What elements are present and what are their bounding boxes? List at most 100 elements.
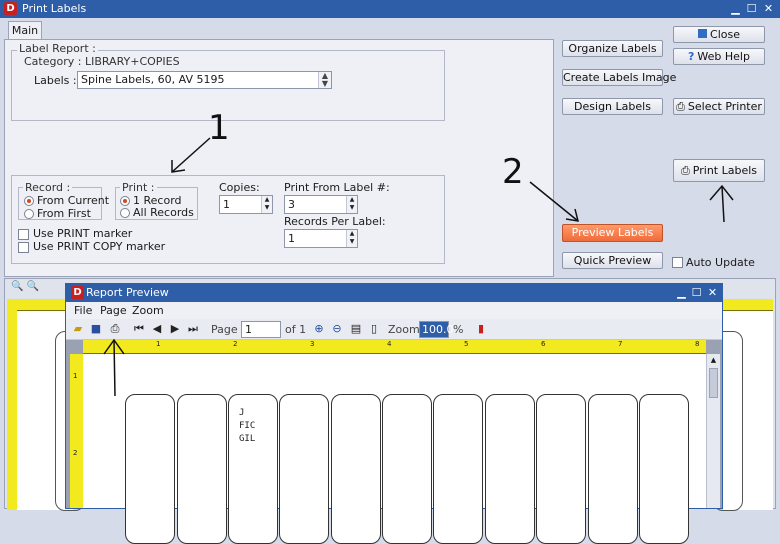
- page-width-icon[interactable]: ▤: [349, 322, 363, 336]
- label-line: FIC: [239, 421, 256, 431]
- maximize-icon[interactable]: ☐: [689, 285, 704, 300]
- annotation-arrowhead-2: [565, 208, 580, 222]
- spine-label-filled: J FIC GIL: [228, 394, 278, 544]
- label-report-legend: Label Report :: [17, 42, 98, 55]
- exit-preview-icon[interactable]: ▮: [474, 322, 488, 336]
- vertical-ruler: 1 2: [70, 354, 83, 508]
- auto-update-label[interactable]: Auto Update: [686, 256, 755, 269]
- spine-label: [125, 394, 175, 544]
- label-line: GIL: [239, 434, 256, 444]
- save-icon[interactable]: ■: [89, 322, 103, 336]
- auto-update-checkbox[interactable]: [672, 257, 683, 268]
- web-help-button[interactable]: ? Web Help: [673, 48, 765, 65]
- first-page-icon[interactable]: ⏮: [132, 322, 146, 336]
- copies-value: 1: [223, 198, 230, 211]
- record-legend: Record :: [23, 181, 73, 194]
- print-copy-marker-label[interactable]: Use PRINT COPY marker: [33, 240, 165, 253]
- from-current-label[interactable]: From Current: [37, 194, 109, 207]
- close-window-icon[interactable]: ✕: [761, 1, 776, 16]
- from-current-radio[interactable]: [24, 196, 34, 206]
- zoom-label: Zoom: [388, 323, 420, 336]
- close-button-label: Close: [710, 28, 740, 41]
- select-printer-button[interactable]: ⎙ Select Printer: [673, 98, 765, 115]
- select-printer-label: Select Printer: [687, 100, 762, 113]
- organize-labels-button[interactable]: Organize Labels: [562, 40, 663, 57]
- label-line: J: [239, 408, 245, 418]
- print-labels-button[interactable]: ⎙ Print Labels: [673, 159, 765, 182]
- copies-input[interactable]: 1 ▲ ▼: [219, 195, 273, 214]
- printer-icon: ⎙: [676, 100, 685, 113]
- print-marker-checkbox[interactable]: [18, 229, 29, 240]
- zoom-out-icon[interactable]: 🔍: [27, 281, 39, 292]
- all-records-radio[interactable]: [120, 208, 130, 218]
- spinner-icon[interactable]: ▲ ▼: [261, 196, 272, 213]
- report-preview-window: D Report Preview ▁ ☐ ✕ File Page Zoom ▰ …: [65, 283, 723, 544]
- zoom-out-icon[interactable]: ⊖: [330, 322, 344, 336]
- zoom-input[interactable]: 100.0: [419, 321, 454, 338]
- report-preview-title: Report Preview: [86, 286, 169, 299]
- close-window-icon[interactable]: ✕: [705, 285, 720, 300]
- page-number-input[interactable]: 1: [241, 321, 281, 338]
- spinner-icon[interactable]: ▲ ▼: [346, 230, 357, 247]
- preview-labels-button[interactable]: Preview Labels: [562, 224, 663, 242]
- report-preview-titlebar: D Report Preview ▁ ☐ ✕: [66, 284, 722, 302]
- maximize-icon[interactable]: ☐: [744, 1, 759, 16]
- from-first-label[interactable]: From First: [37, 207, 91, 220]
- ruler-number: 2: [73, 449, 78, 457]
- window-title: Print Labels: [22, 2, 87, 15]
- records-per-label-input[interactable]: 1 ▲ ▼: [284, 229, 358, 248]
- spine-label: [331, 394, 381, 544]
- ruler-number: 3: [310, 340, 315, 348]
- previous-page-icon[interactable]: ◀: [150, 322, 164, 336]
- page-count-label: of 1: [285, 323, 307, 336]
- close-button[interactable]: Close: [673, 26, 765, 43]
- from-first-radio[interactable]: [24, 209, 34, 219]
- horizontal-ruler: 1 2 3 4 5 6 7 8: [83, 340, 706, 354]
- menu-file[interactable]: File: [74, 304, 92, 317]
- printer-icon[interactable]: ⎙: [108, 322, 122, 336]
- last-page-icon[interactable]: ⏭: [186, 322, 200, 336]
- annotation-number-2: 2: [502, 152, 524, 192]
- open-folder-icon[interactable]: ▰: [71, 322, 85, 336]
- all-records-label[interactable]: All Records: [133, 206, 194, 219]
- one-record-radio[interactable]: [120, 196, 130, 206]
- minimize-icon[interactable]: ▁: [674, 285, 689, 300]
- labels-select[interactable]: Spine Labels, 60, AV 5195 ▲ ▼: [77, 71, 332, 89]
- print-marker-label[interactable]: Use PRINT marker: [33, 227, 132, 240]
- records-per-label-label: Records Per Label:: [284, 215, 386, 228]
- tab-main[interactable]: Main: [8, 21, 42, 40]
- preview-canvas: 1 2 1 2 3 4 5 6 7 8 J FIC GIL ▲: [66, 340, 722, 544]
- report-preview-toolbar: ▰ ■ ⎙ ⏮ ◀ ▶ ⏭ Page 1 of 1 ⊕ ⊖ ▤ ▯ Zoom 1…: [66, 319, 722, 340]
- scroll-up-icon[interactable]: ▲: [709, 356, 718, 365]
- print-from-label: Print From Label #:: [284, 181, 390, 194]
- records-per-label-value: 1: [288, 232, 295, 245]
- app-logo-icon: D: [4, 2, 17, 15]
- preview-page: J FIC GIL: [83, 354, 706, 544]
- chevron-updown-icon[interactable]: ▲ ▼: [318, 72, 331, 88]
- page-label: Page: [211, 323, 238, 336]
- quick-preview-button[interactable]: Quick Preview: [562, 252, 663, 269]
- scrollbar-thumb[interactable]: [709, 368, 718, 398]
- menu-zoom[interactable]: Zoom: [132, 304, 164, 317]
- category-text: Category : LIBRARY+COPIES: [24, 55, 180, 68]
- tab-strip: [0, 18, 780, 40]
- spinner-icon[interactable]: ▲ ▼: [346, 196, 357, 213]
- print-legend: Print :: [120, 181, 157, 194]
- menu-page[interactable]: Page: [100, 304, 127, 317]
- print-labels-label: Print Labels: [692, 164, 758, 177]
- next-page-icon[interactable]: ▶: [168, 322, 182, 336]
- zoom-in-icon[interactable]: ⊕: [312, 322, 326, 336]
- spine-label: [485, 394, 535, 544]
- zoom-in-icon[interactable]: 🔍: [11, 281, 23, 292]
- vertical-scrollbar[interactable]: ▲: [706, 354, 720, 508]
- design-labels-button[interactable]: Design Labels: [562, 98, 663, 115]
- spine-label: [177, 394, 227, 544]
- embedded-preview-toolbar: 🔍 🔍: [11, 281, 71, 295]
- print-from-input[interactable]: 3 ▲ ▼: [284, 195, 358, 214]
- minimize-icon[interactable]: ▁: [728, 1, 743, 16]
- print-copy-marker-checkbox[interactable]: [18, 242, 29, 253]
- ruler-number: 5: [464, 340, 469, 348]
- whole-page-icon[interactable]: ▯: [367, 322, 381, 336]
- ruler-number: 7: [618, 340, 623, 348]
- create-labels-image-button[interactable]: Create Labels Image: [562, 69, 676, 86]
